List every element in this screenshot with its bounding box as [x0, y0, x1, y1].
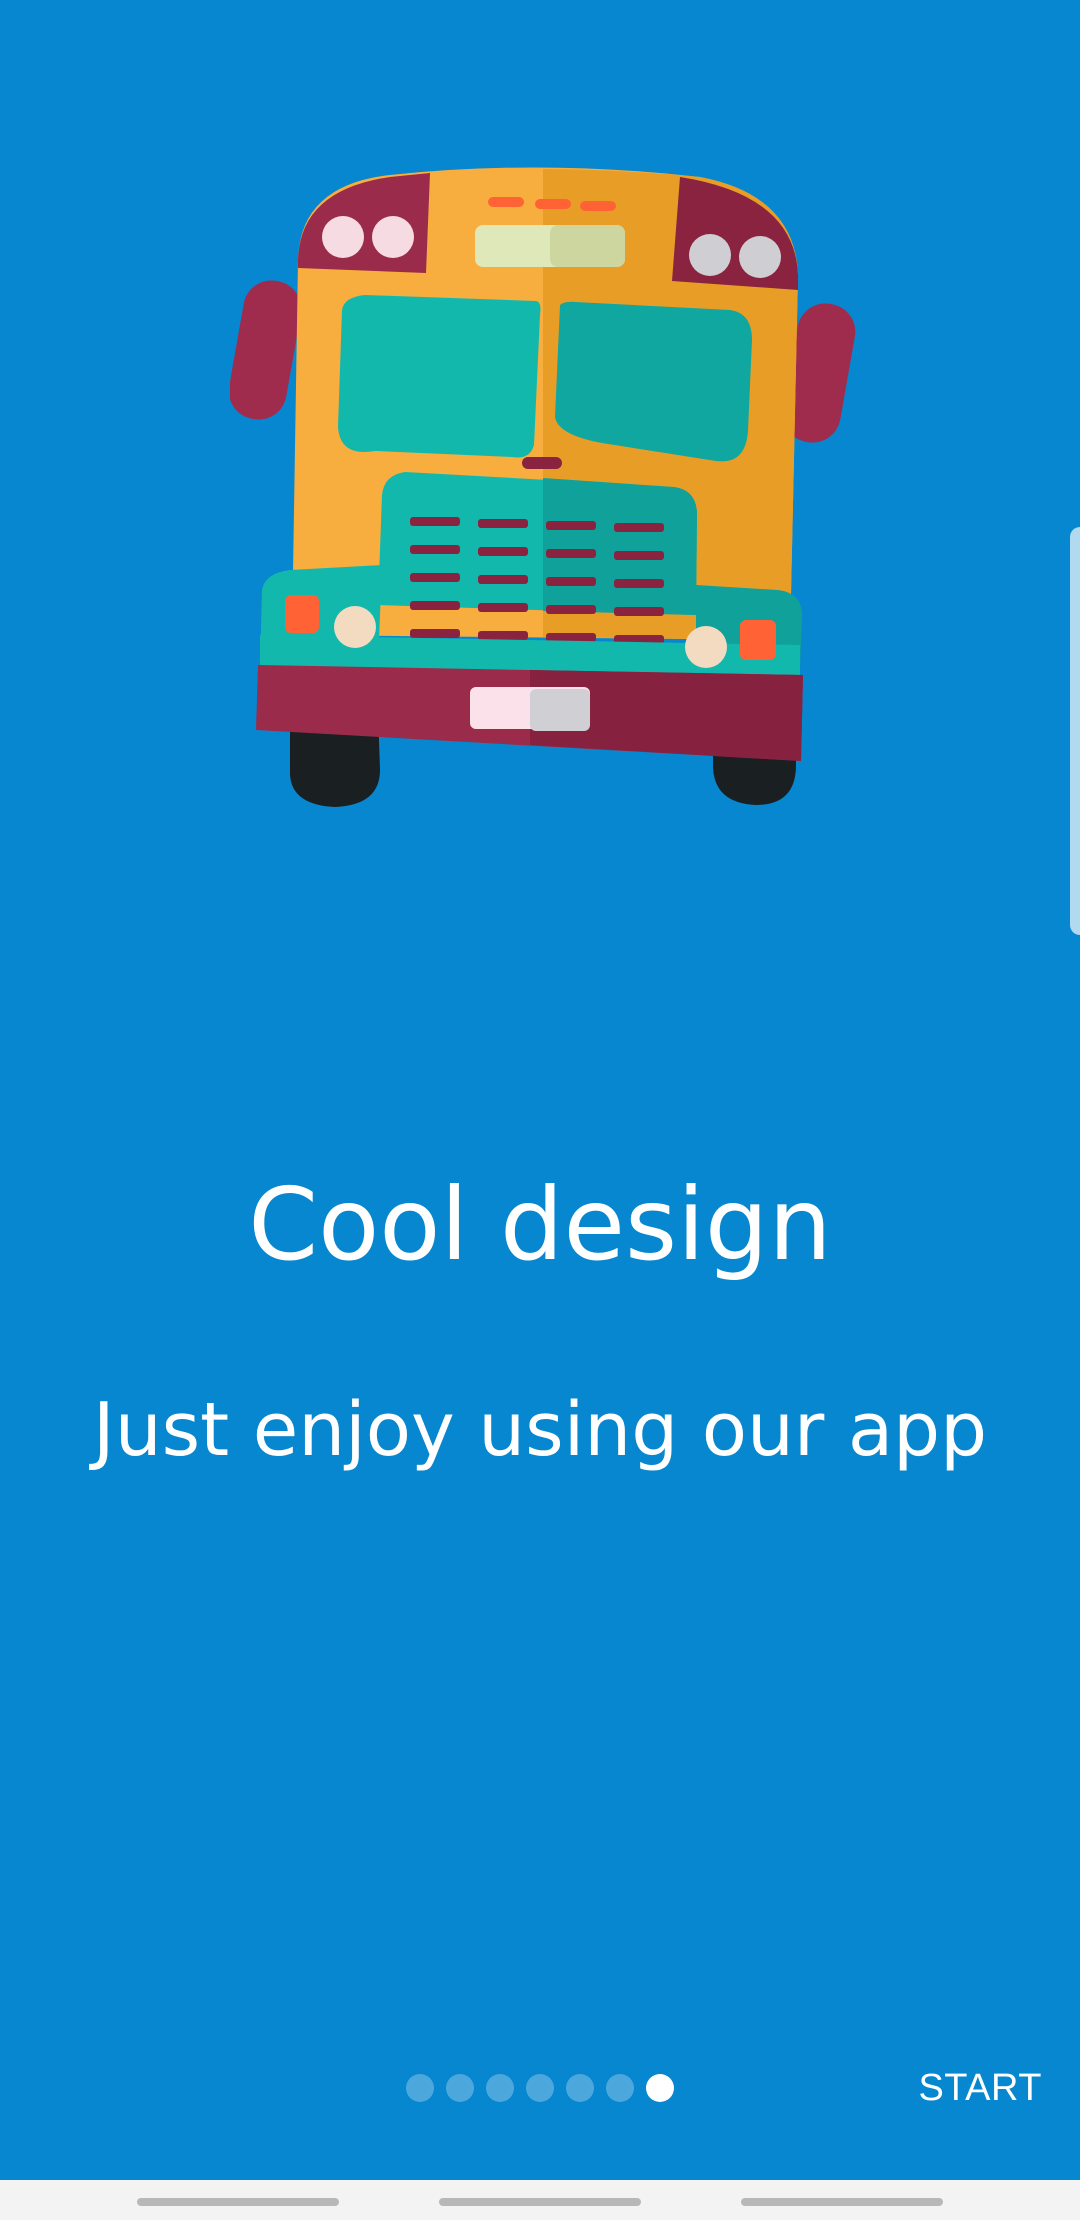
- onboarding-title: Cool design: [248, 1166, 832, 1283]
- system-navigation-bar: [0, 2180, 1080, 2220]
- onboarding-screen: Cool design Just enjoy using our app STA…: [0, 0, 1080, 2220]
- back-button[interactable]: [741, 2198, 943, 2206]
- edge-panel-handle[interactable]: [1070, 527, 1080, 935]
- page-indicator: [406, 2074, 674, 2102]
- page-dot-5[interactable]: [566, 2074, 594, 2102]
- page-dot-1[interactable]: [406, 2074, 434, 2102]
- onboarding-subtitle: Just enjoy using our app: [92, 1387, 988, 1473]
- page-dot-2[interactable]: [446, 2074, 474, 2102]
- page-dot-6[interactable]: [606, 2074, 634, 2102]
- page-dot-3[interactable]: [486, 2074, 514, 2102]
- page-dot-7-active[interactable]: [646, 2074, 674, 2102]
- school-bus-icon: [230, 167, 856, 807]
- recents-button[interactable]: [137, 2198, 339, 2206]
- page-dot-4[interactable]: [526, 2074, 554, 2102]
- start-button[interactable]: START: [914, 2060, 1046, 2116]
- home-button[interactable]: [439, 2198, 641, 2206]
